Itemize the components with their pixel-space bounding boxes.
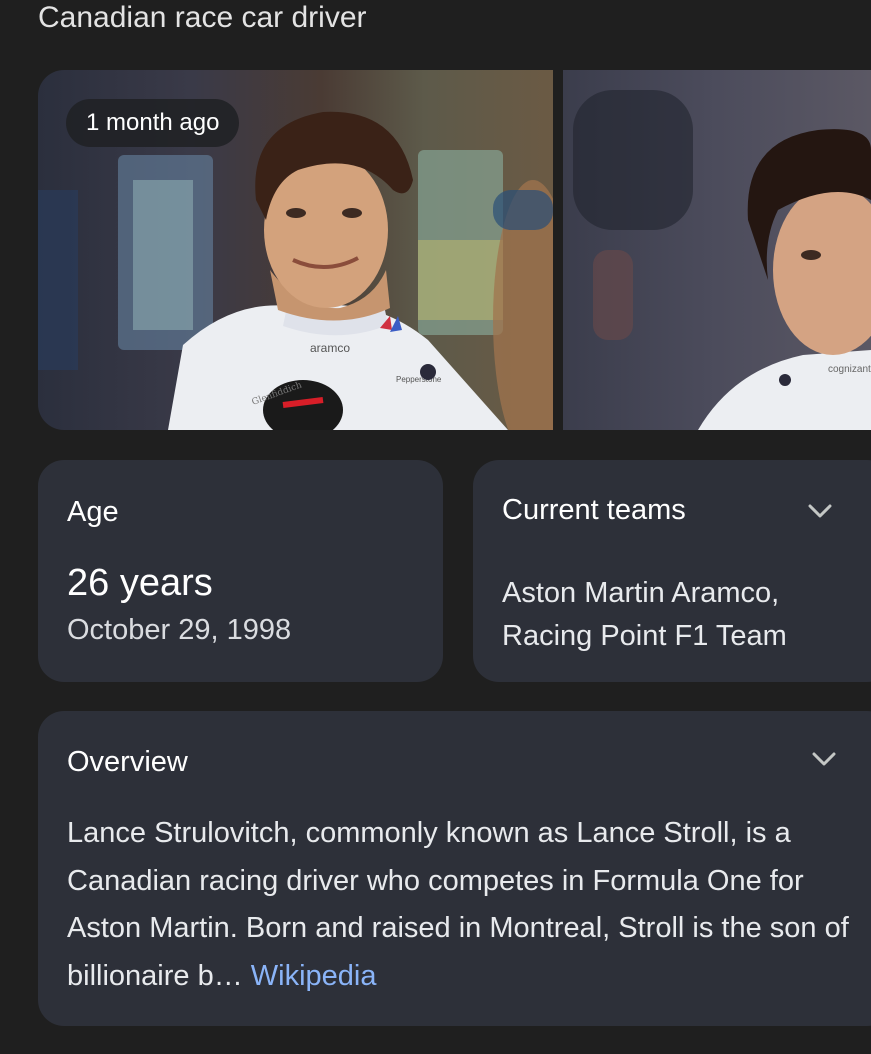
chevron-down-icon[interactable] <box>806 497 834 525</box>
birth-date: October 29, 1998 <box>67 614 292 646</box>
photo-2-illustration: cognizant <box>573 90 871 430</box>
current-teams-card[interactable]: Current teams Aston Martin Aramco, Racin… <box>473 460 871 682</box>
overview-heading: Overview <box>67 746 188 778</box>
age-heading: Age <box>67 496 119 528</box>
overview-description: Lance Strulovitch, commonly known as Lan… <box>67 817 849 992</box>
knowledge-panel: Canadian race car driver aramco Pepperst… <box>0 0 871 1054</box>
image-age-badge: 1 month ago <box>66 99 240 147</box>
overview-text: Lance Strulovitch, commonly known as Lan… <box>67 810 867 1000</box>
age-value: 26 years <box>67 562 213 604</box>
sponsor-text-4: cognizant <box>828 364 871 375</box>
sponsor-text-2: Pepperstone <box>396 375 442 384</box>
entity-subtitle: Canadian race car driver <box>38 1 367 34</box>
current-teams-value: Aston Martin Aramco, Racing Point F1 Tea… <box>502 577 787 652</box>
wikipedia-link[interactable]: Wikipedia <box>251 960 377 992</box>
photo-lance-stroll-2[interactable]: cognizant <box>563 70 871 430</box>
overview-card[interactable]: Overview Lance Strulovitch, commonly kno… <box>38 711 871 1026</box>
age-card[interactable]: Age 26 years October 29, 1998 <box>38 460 443 682</box>
current-teams-heading: Current teams <box>502 494 686 526</box>
sponsor-text-1: aramco <box>310 341 350 355</box>
chevron-down-icon[interactable] <box>810 745 838 773</box>
